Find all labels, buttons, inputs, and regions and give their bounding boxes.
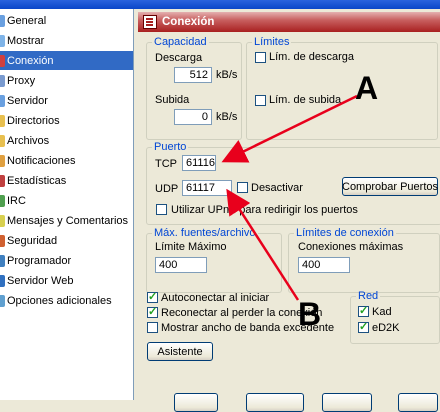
sidebar-item-irc[interactable]: IRC — [0, 191, 133, 210]
proxy-icon — [0, 74, 5, 87]
security-icon — [0, 234, 5, 247]
irc-icon — [0, 194, 5, 207]
dialog-button-1[interactable] — [174, 393, 218, 412]
download-unit: kB/s — [216, 69, 238, 81]
annotation-label-b: B — [298, 296, 322, 332]
sidebar-item-label: Opciones adicionales — [7, 294, 112, 307]
panel-title-bar: Conexión — [138, 12, 440, 32]
disable-udp-label: Desactivar — [251, 182, 303, 194]
upload-limit-checkbox[interactable] — [255, 95, 266, 106]
messages-icon — [0, 214, 5, 227]
sidebar-item-label: Conexión — [7, 54, 54, 67]
dialog-button-2[interactable] — [246, 393, 304, 412]
extra-options-icon — [0, 294, 5, 307]
preferences-sidebar: General Mostrar Conexión Proxy Servidor … — [0, 9, 134, 400]
statistics-icon — [0, 174, 5, 187]
connection-settings-icon — [143, 15, 157, 29]
connection-icon — [0, 54, 5, 67]
display-icon — [0, 34, 5, 47]
max-connections-input[interactable]: 400 — [298, 257, 350, 273]
annotation-label-a: A — [355, 70, 379, 106]
sidebar-item-programador[interactable]: Programador — [0, 251, 133, 270]
upload-limit-label: Lím. de subida — [269, 94, 342, 106]
max-limit-label: Límite Máximo — [155, 241, 227, 253]
sidebar-item-label: Seguridad — [7, 234, 58, 247]
upload-label: Subida — [155, 94, 190, 106]
sidebar-item-servidor-web[interactable]: Servidor Web — [0, 271, 133, 290]
sidebar-item-estadisticas[interactable]: Estadísticas — [0, 171, 133, 190]
sidebar-item-directorios[interactable]: Directorios — [0, 111, 133, 130]
scheduler-icon — [0, 254, 5, 267]
folder-icon — [0, 114, 5, 127]
panel-title: Conexión — [162, 16, 215, 28]
sidebar-item-label: Mostrar — [7, 34, 45, 47]
wizard-button[interactable]: Asistente — [147, 342, 213, 361]
tcp-label: TCP — [155, 158, 177, 170]
webserver-icon — [0, 274, 5, 287]
sidebar-item-label: Servidor — [7, 94, 48, 107]
max-sources-input[interactable]: 400 — [155, 257, 207, 273]
download-limit-label: Lím. de descarga — [269, 51, 354, 63]
max-connections-label: Conexiones máximas — [298, 241, 404, 253]
sidebar-item-label: Directorios — [7, 114, 60, 127]
sidebar-item-conexion[interactable]: Conexión — [0, 51, 133, 70]
dialog-button-3[interactable] — [322, 393, 372, 412]
connection-panel: Conexión Capacidad Descarga 512 kB/s Sub… — [138, 9, 440, 412]
reconnect-checkbox[interactable] — [147, 305, 158, 318]
sidebar-item-label: Mensajes y Comentarios — [7, 214, 129, 227]
kad-label: Kad — [372, 306, 392, 318]
sidebar-item-label: Archivos — [7, 134, 50, 147]
sidebar-item-notificaciones[interactable]: Notificaciones — [0, 151, 133, 170]
server-icon — [0, 94, 5, 107]
max-sources-legend: Máx. fuentes/archivo — [154, 227, 256, 239]
download-limit-checkbox[interactable] — [255, 52, 266, 63]
window-title-strip — [0, 0, 440, 9]
notification-icon — [0, 154, 5, 167]
sidebar-item-proxy[interactable]: Proxy — [0, 71, 133, 90]
sidebar-item-opciones-adicionales[interactable]: Opciones adicionales — [0, 291, 133, 310]
check-ports-button[interactable]: Comprobar Puertos — [342, 177, 438, 196]
connection-limits-legend: Límites de conexión — [296, 227, 394, 239]
capacity-legend: Capacidad — [154, 36, 207, 48]
files-icon — [0, 134, 5, 147]
udp-port-input[interactable]: 61117 — [182, 180, 232, 196]
sidebar-item-label: Estadísticas — [7, 174, 67, 187]
disable-udp-checkbox[interactable] — [237, 182, 248, 193]
ed2k-checkbox[interactable] — [358, 320, 369, 333]
tcp-port-input[interactable]: 61116 — [182, 155, 216, 171]
sidebar-item-seguridad[interactable]: Seguridad — [0, 231, 133, 250]
sidebar-item-label: IRC — [7, 194, 26, 207]
kad-checkbox[interactable] — [358, 304, 369, 317]
sidebar-item-archivos[interactable]: Archivos — [0, 131, 133, 150]
port-legend: Puerto — [154, 141, 187, 153]
network-legend: Red — [358, 290, 379, 302]
download-label: Descarga — [155, 52, 203, 64]
upload-capacity-input[interactable]: 0 — [174, 109, 212, 125]
dialog-button-4[interactable] — [398, 393, 438, 412]
sidebar-item-label: Notificaciones — [7, 154, 76, 167]
sidebar-item-servidor[interactable]: Servidor — [0, 91, 133, 110]
sidebar-item-label: Proxy — [7, 74, 36, 87]
general-icon — [0, 14, 5, 27]
ed2k-label: eD2K — [372, 322, 400, 334]
limits-legend: Límites — [254, 36, 290, 48]
sidebar-item-general[interactable]: General — [0, 11, 133, 30]
autoconnect-label: Autoconectar al iniciar — [161, 292, 270, 304]
upload-unit: kB/s — [216, 111, 238, 123]
network-group: Red — [350, 290, 440, 344]
sidebar-item-label: General — [7, 14, 47, 27]
upnp-checkbox[interactable] — [156, 204, 167, 215]
udp-label: UDP — [155, 183, 179, 195]
sidebar-item-label: Programador — [7, 254, 72, 267]
sidebar-item-label: Servidor Web — [7, 274, 74, 287]
upnp-label: Utilizar UPnP para redirigir los puertos — [171, 204, 358, 216]
sidebar-item-mostrar[interactable]: Mostrar — [0, 31, 133, 50]
show-overhead-checkbox[interactable] — [147, 322, 158, 333]
autoconnect-checkbox[interactable] — [147, 290, 158, 303]
sidebar-item-mensajes[interactable]: Mensajes y Comentarios — [0, 211, 133, 230]
download-capacity-input[interactable]: 512 — [174, 67, 212, 83]
